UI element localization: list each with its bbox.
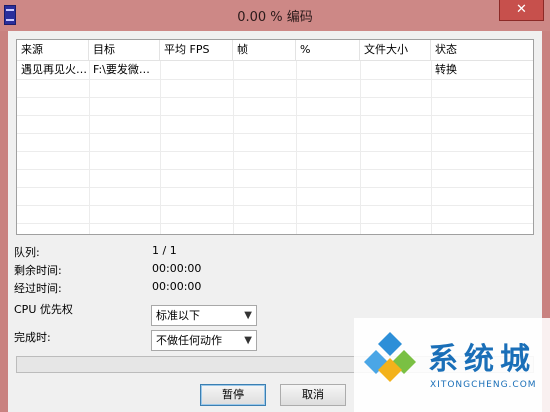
cell-status: 转换 xyxy=(435,63,457,76)
remaining-time-value: 00:00:00 xyxy=(152,262,202,275)
cpu-priority-label: CPU 优先权 xyxy=(14,303,73,316)
cell-target: F:\要发微… xyxy=(93,63,150,76)
column-header-file-size[interactable]: 文件大小 xyxy=(360,40,431,61)
on-complete-select[interactable]: 不做任何动作 ▼ xyxy=(151,330,257,351)
table-header: 来源 目标 平均 FPS 帧 % 文件大小 状态 xyxy=(17,40,533,61)
remaining-time-label: 剩余时间: xyxy=(14,264,62,277)
watermark: 系统城 XITONGCHENG.COM xyxy=(354,318,550,412)
column-header-frames[interactable]: 帧 xyxy=(233,40,296,61)
cell-file-size xyxy=(360,61,431,79)
encoding-queue-table[interactable]: 来源 目标 平均 FPS 帧 % 文件大小 状态 遇见再见火… F:\要发微… … xyxy=(16,39,534,235)
cpu-priority-select[interactable]: 标准以下 ▼ xyxy=(151,305,257,326)
cell-percent xyxy=(296,61,360,79)
watermark-title: 系统城 xyxy=(428,342,536,377)
chevron-down-icon: ▼ xyxy=(244,335,252,346)
column-header-percent[interactable]: % xyxy=(296,40,360,61)
xitongcheng-logo-icon xyxy=(364,332,416,382)
cell-source: 遇见再见火… xyxy=(21,63,87,76)
cell-frames xyxy=(233,61,296,79)
close-button[interactable]: ✕ xyxy=(499,0,544,21)
queue-value: 1 / 1 xyxy=(152,244,177,257)
column-header-target[interactable]: 目标 xyxy=(89,40,160,61)
elapsed-time-label: 经过时间: xyxy=(14,282,62,295)
encoder-window: 0.00 % 编码 ✕ 来源 目标 平均 FPS 帧 % 文件大小 状态 遇见再… xyxy=(0,0,550,412)
column-header-avg-fps[interactable]: 平均 FPS xyxy=(160,40,233,61)
pause-button[interactable]: 暂停 xyxy=(200,384,266,406)
on-complete-value: 不做任何动作 xyxy=(156,334,222,347)
on-complete-label: 完成时: xyxy=(14,331,51,344)
chevron-down-icon: ▼ xyxy=(244,310,252,321)
elapsed-time-value: 00:00:00 xyxy=(152,280,202,293)
column-header-source[interactable]: 来源 xyxy=(17,40,89,61)
cpu-priority-value: 标准以下 xyxy=(156,309,200,322)
watermark-url: XITONGCHENG.COM xyxy=(430,380,537,390)
cancel-button[interactable]: 取消 xyxy=(280,384,346,406)
title-bar[interactable]: 0.00 % 编码 ✕ xyxy=(0,0,550,31)
column-header-status[interactable]: 状态 xyxy=(431,40,533,61)
cell-avg-fps xyxy=(160,61,233,79)
window-title: 0.00 % 编码 xyxy=(237,10,313,25)
queue-label: 队列: xyxy=(14,246,40,259)
